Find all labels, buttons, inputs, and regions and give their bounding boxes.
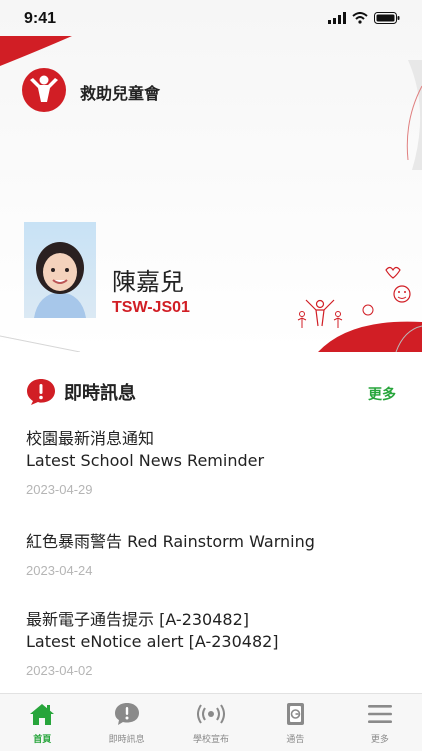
tab-more[interactable]: 更多: [338, 694, 422, 751]
student-photo: [24, 222, 96, 318]
tab-school-announcements[interactable]: 學校宣布: [169, 694, 253, 751]
news-item[interactable]: 校園最新消息通知 Latest School News Reminder 202…: [0, 428, 422, 497]
broadcast-icon: [197, 704, 226, 724]
alert-message-icon: [27, 379, 55, 405]
section-title: 即時訊息: [64, 383, 136, 404]
wifi-icon: [352, 12, 368, 24]
news-date: 2023-04-02: [26, 663, 93, 678]
tab-notices[interactable]: 通告: [253, 694, 337, 751]
news-title-english: Latest School News Reminder: [26, 451, 265, 470]
news-item[interactable]: 紅色暴雨警告 Red Rainstorm Warning 2023-04-24: [0, 531, 422, 578]
menu-icon: [367, 705, 392, 723]
news-item[interactable]: 最新電子通告提示 [A-230482] Latest eNotice alert…: [0, 609, 422, 678]
news-title-english: Latest eNotice alert [A-230482]: [26, 632, 279, 651]
news-title: 最新電子通告提示 [A-230482]: [26, 610, 250, 629]
signal-icon: [328, 12, 346, 24]
tab-home[interactable]: 首頁: [0, 694, 84, 751]
org-name: 救助兒童會: [80, 84, 161, 103]
tab-label: 即時訊息: [108, 735, 145, 745]
home-icon: [30, 704, 55, 725]
battery-icon: [374, 12, 400, 24]
tab-label: 通告: [286, 735, 305, 745]
news-title: 校園最新消息通知: [26, 429, 155, 448]
tab-label: 學校宣布: [193, 735, 230, 745]
bottom-tab-bar: 首頁 即時訊息 學校宣布 通告 更多: [0, 693, 422, 751]
tab-label: 首頁: [33, 735, 52, 745]
tab-messages[interactable]: 即時訊息: [84, 694, 168, 751]
decorative-kids-drawing: [297, 266, 411, 328]
more-messages-link[interactable]: 更多: [368, 384, 396, 404]
notice-icon: [287, 703, 305, 725]
save-the-children-logo: [22, 68, 66, 112]
status-icons: [328, 12, 400, 24]
news-title: 紅色暴雨警告 Red Rainstorm Warning: [26, 532, 315, 551]
student-name: 陳嘉兒: [112, 268, 184, 296]
message-icon: [114, 703, 139, 725]
status-bar: 9:41: [0, 0, 422, 38]
student-id: TSW-JS01: [112, 299, 190, 316]
news-date: 2023-04-29: [26, 482, 93, 497]
tab-label: 更多: [370, 735, 389, 745]
news-date: 2023-04-24: [26, 563, 93, 578]
status-time: 9:41: [24, 10, 57, 27]
